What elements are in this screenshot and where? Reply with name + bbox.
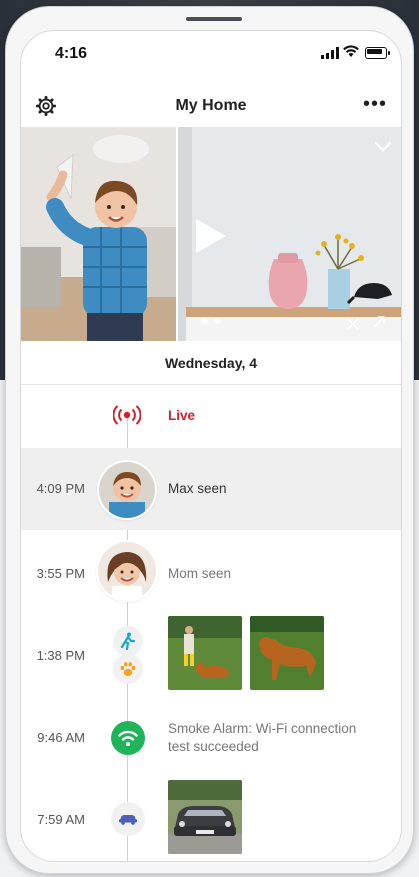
event-timeline: Live 4:09 PM Max seen 3:55 PM Mom seen 1… — [21, 384, 401, 861]
avatar-max — [99, 462, 155, 518]
camera-feed-living-room[interactable] — [21, 127, 176, 341]
live-broadcast-icon — [113, 405, 141, 425]
status-wifi-icon — [343, 45, 359, 57]
person-walking-icon — [113, 626, 143, 656]
more-options-icon[interactable]: ••• — [363, 94, 387, 114]
timeline-label-live: Live — [168, 408, 196, 423]
timeline-row-mom-seen[interactable]: 3:55 PM Mom seen — [21, 530, 401, 612]
timeline-time: 7:59 AM — [37, 812, 85, 827]
timeline-time: 1:38 PM — [36, 648, 85, 663]
status-time: 4:16 — [55, 45, 88, 62]
timeline-label-mom-seen: Mom seen — [168, 566, 232, 581]
page-dot — [214, 317, 221, 324]
battery-icon — [365, 47, 390, 59]
timeline-label-smoke-alarm: Smoke Alarm: Wi-Fi connection test succe… — [168, 721, 357, 754]
date-header: Wednesday, 4 — [21, 341, 401, 385]
dog-with-child-thumbnail[interactable] — [168, 616, 242, 690]
app-screen: 4:16 My Home ••• Wednesday, 4 Live 4:09 … — [20, 30, 402, 862]
timeline-time: 9:46 AM — [37, 730, 85, 745]
app-header: My Home ••• — [21, 87, 401, 127]
timeline-row-vehicle[interactable]: 7:59 AM — [21, 776, 401, 861]
play-icon[interactable] — [196, 219, 226, 253]
camera-carousel[interactable] — [21, 127, 401, 341]
golden-retriever-thumbnail[interactable] — [250, 616, 324, 690]
avatar-mom — [98, 542, 156, 600]
status-bar: 4:16 — [21, 31, 401, 75]
car-thumbnail[interactable] — [168, 780, 242, 854]
wifi-icon — [111, 721, 145, 755]
timeline-row-max-seen[interactable]: 4:09 PM Max seen — [21, 448, 401, 530]
page-dot-active — [201, 317, 208, 324]
paw-icon — [113, 654, 143, 684]
boy-with-paper-plane-image — [21, 127, 176, 341]
date-label: Wednesday, 4 — [164, 355, 258, 371]
timeline-row-motion[interactable]: 1:38 PM — [21, 612, 401, 694]
cellular-signal-icon — [321, 47, 339, 59]
carousel-page-indicator — [201, 317, 221, 324]
phone-speaker — [186, 17, 242, 21]
timeline-time: 4:09 PM — [36, 481, 85, 496]
car-icon — [111, 802, 145, 836]
timeline-label-max-seen: Max seen — [168, 481, 227, 496]
timeline-row-live[interactable]: Live — [21, 384, 401, 448]
timeline-time: 3:55 PM — [36, 566, 85, 581]
phone-frame: 4:16 My Home ••• Wednesday, 4 Live 4:09 … — [5, 6, 414, 874]
page-title: My Home — [175, 97, 247, 114]
timeline-row-smoke-alarm[interactable]: 9:46 AM Smoke Alarm: Wi-Fi connection te… — [21, 694, 401, 776]
